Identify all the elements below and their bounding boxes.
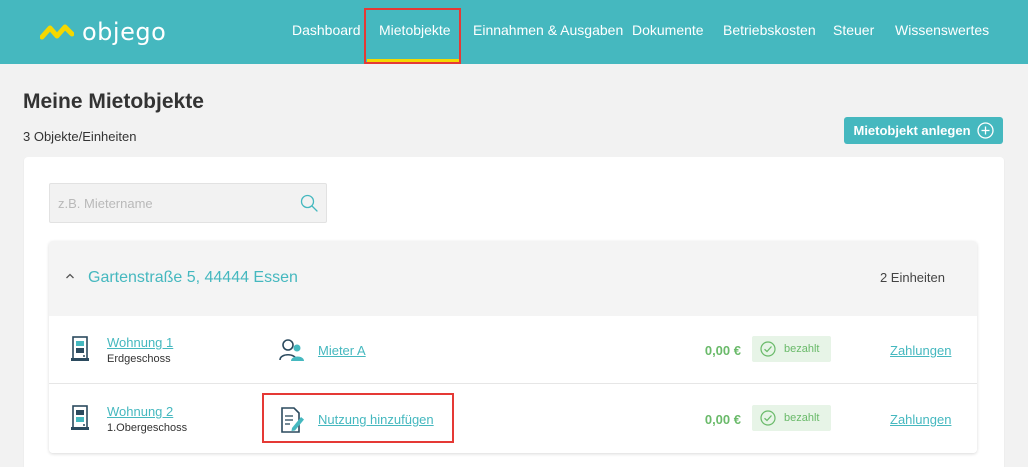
add-property-label: Mietobjekt anlegen (853, 123, 971, 138)
unit-floor: Erdgeschoss (107, 353, 171, 365)
tenant-icon (279, 339, 304, 361)
search-input[interactable] (50, 184, 326, 222)
chevron-up-icon[interactable] (65, 272, 75, 280)
object-count: 3 Objekte/Einheiten (23, 129, 137, 144)
nav-steuer[interactable]: Steuer (833, 22, 874, 38)
check-circle-icon (760, 341, 776, 357)
top-navigation-bar: objego Dashboard Mietobjekte Einnahmen &… (0, 0, 1028, 64)
property-title[interactable]: Gartenstraße 5, 44444 Essen (88, 269, 298, 287)
unit-row: Wohnung 1 Erdgeschoss Mieter A 0,00 € be… (49, 316, 977, 384)
add-usage-icon[interactable] (279, 407, 305, 433)
nav-betriebskosten[interactable]: Betriebskosten (723, 22, 816, 38)
apartment-door-icon (71, 336, 89, 361)
unit-row: Wohnung 2 1.Obergeschoss Nutzung hinzufü… (49, 385, 977, 453)
status-badge: bezahlt (752, 405, 831, 431)
nav-wissenswertes[interactable]: Wissenswertes (895, 22, 989, 38)
tenant-link[interactable]: Mieter A (318, 343, 366, 358)
page-title: Meine Mietobjekte (23, 90, 204, 113)
check-circle-icon (760, 410, 776, 426)
status-label: bezahlt (784, 343, 820, 355)
nav-einnahmen-ausgaben[interactable]: Einnahmen & Ausgaben (473, 22, 623, 38)
plus-circle-icon (976, 122, 994, 139)
nav-dashboard[interactable]: Dashboard (292, 22, 361, 38)
nav-highlight-box (364, 8, 461, 64)
unit-name-link[interactable]: Wohnung 1 (107, 335, 173, 350)
apartment-door-icon (71, 405, 89, 430)
status-badge: bezahlt (752, 336, 831, 362)
search-icon[interactable] (300, 194, 318, 212)
rent-amount: 0,00 € (704, 343, 741, 358)
unit-name-link[interactable]: Wohnung 2 (107, 404, 173, 419)
rent-amount: 0,00 € (704, 412, 741, 427)
add-usage-link[interactable]: Nutzung hinzufügen (318, 412, 434, 427)
units-count: 2 Einheiten (879, 270, 945, 285)
status-label: bezahlt (784, 412, 820, 424)
property-header[interactable]: Gartenstraße 5, 44444 Essen 2 Einheiten (49, 241, 977, 316)
search-box (49, 183, 327, 223)
logo-text: objego (82, 18, 167, 46)
nav-dokumente[interactable]: Dokumente (632, 22, 704, 38)
payments-link[interactable]: Zahlungen (890, 343, 951, 358)
property-group: Gartenstraße 5, 44444 Essen 2 Einheiten … (49, 241, 977, 453)
unit-floor: 1.Obergeschoss (107, 422, 188, 434)
objego-logo[interactable]: objego (40, 18, 166, 46)
add-property-button[interactable]: Mietobjekt anlegen (844, 117, 1003, 144)
payments-link[interactable]: Zahlungen (890, 412, 951, 427)
objego-logo-icon (40, 24, 74, 40)
